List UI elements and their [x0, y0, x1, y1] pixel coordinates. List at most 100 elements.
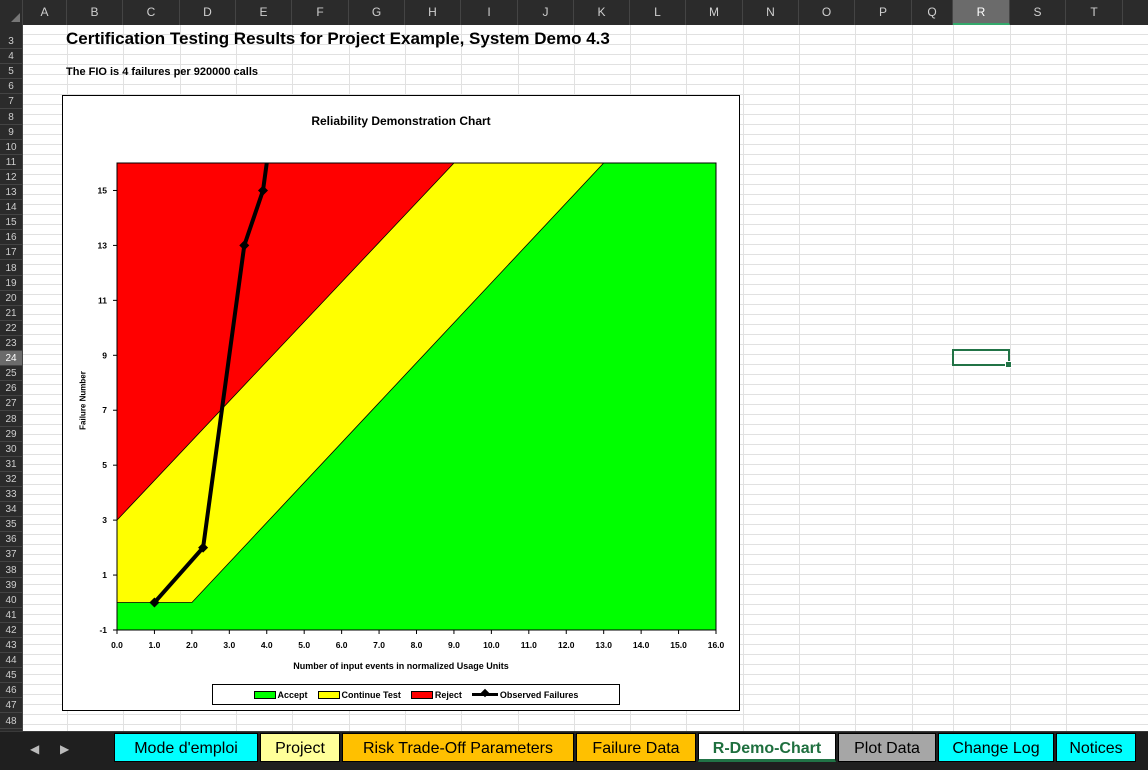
fio-text: The FIO is 4 failures per 920000 calls — [66, 66, 258, 78]
row-header-15[interactable]: 15 — [0, 215, 22, 231]
column-header-d[interactable]: D — [180, 0, 236, 25]
row-header-27[interactable]: 27 — [0, 396, 22, 412]
row-header-19[interactable]: 19 — [0, 276, 22, 291]
column-header-a[interactable]: A — [23, 0, 67, 25]
row-header-23[interactable]: 23 — [0, 336, 22, 351]
row-header-24[interactable]: 24 — [0, 351, 22, 367]
row-header-30[interactable]: 30 — [0, 442, 22, 457]
row-header-10[interactable]: 10 — [0, 140, 22, 155]
row-header-34[interactable]: 34 — [0, 502, 22, 518]
column-header-r[interactable]: R — [953, 0, 1010, 25]
column-header-n[interactable]: N — [743, 0, 799, 25]
prev-sheet-icon[interactable]: ◀ — [30, 742, 39, 756]
y-tick-label: 3 — [102, 515, 107, 525]
selected-cell[interactable] — [952, 349, 1012, 368]
select-all-button[interactable] — [0, 0, 23, 25]
row-header-40[interactable]: 40 — [0, 593, 22, 608]
row-header-35[interactable]: 35 — [0, 517, 22, 533]
column-header-l[interactable]: L — [630, 0, 686, 25]
column-header-b[interactable]: B — [67, 0, 123, 25]
row-header-46[interactable]: 46 — [0, 683, 22, 699]
row-header-6[interactable]: 6 — [0, 79, 22, 95]
gridline — [912, 25, 913, 731]
x-tick-label: 14.0 — [633, 640, 650, 650]
row-header-9[interactable]: 9 — [0, 125, 22, 140]
reliability-chart[interactable]: Reliability Demonstration Chart Failure … — [62, 95, 740, 711]
row-header-47[interactable]: 47 — [0, 698, 22, 714]
sheet-tab-mode-d-emploi[interactable]: Mode d'emploi — [114, 733, 258, 762]
row-header-18[interactable]: 18 — [0, 261, 22, 276]
gridline — [855, 25, 856, 731]
column-header-s[interactable]: S — [1010, 0, 1066, 25]
gridline — [1066, 25, 1067, 731]
sheet-tab-failure-data[interactable]: Failure Data — [576, 733, 696, 762]
x-tick-label: 11.0 — [521, 640, 537, 650]
column-header-p[interactable]: P — [855, 0, 912, 25]
column-header-g[interactable]: G — [349, 0, 405, 25]
row-header-45[interactable]: 45 — [0, 668, 22, 684]
x-tick-label: 7.0 — [373, 640, 385, 650]
row-header-4[interactable]: 4 — [0, 49, 22, 65]
row-header-42[interactable]: 42 — [0, 623, 22, 638]
row-header-14[interactable]: 14 — [0, 200, 22, 216]
row-header-26[interactable]: 26 — [0, 381, 22, 397]
sheet-tab-risk-trade-off-parameters[interactable]: Risk Trade-Off Parameters — [342, 733, 574, 762]
x-tick-label: 8.0 — [411, 640, 423, 650]
row-header-37[interactable]: 37 — [0, 547, 22, 563]
row-header-28[interactable]: 28 — [0, 412, 22, 427]
row-header-7[interactable]: 7 — [0, 94, 22, 110]
column-header-h[interactable]: H — [405, 0, 461, 25]
row-header-31[interactable]: 31 — [0, 457, 22, 472]
sheet-tab-bar: ◀ ▶ Mode d'emploi Project Risk Trade-Off P… — [0, 731, 1148, 770]
x-tick-label: 4.0 — [261, 640, 273, 650]
column-header-f[interactable]: F — [292, 0, 349, 25]
column-header-o[interactable]: O — [799, 0, 855, 25]
column-header-t[interactable]: T — [1066, 0, 1123, 25]
row-header-25[interactable]: 25 — [0, 366, 22, 382]
legend-accept: Accept — [253, 689, 308, 700]
column-header-m[interactable]: M — [686, 0, 743, 25]
column-header-j[interactable]: J — [518, 0, 574, 25]
legend-accept-label: Accept — [277, 689, 308, 700]
y-tick-label: 7 — [102, 405, 107, 415]
row-header-17[interactable]: 17 — [0, 245, 22, 261]
legend-observed: Observed Failures — [471, 690, 578, 700]
row-header-43[interactable]: 43 — [0, 638, 22, 653]
sheet-tab-r-demo-chart[interactable]: R-Demo-Chart — [698, 733, 836, 762]
x-tick-label: 12.0 — [558, 640, 575, 650]
row-header-36[interactable]: 36 — [0, 532, 22, 548]
row-header-20[interactable]: 20 — [0, 291, 22, 306]
row-header-38[interactable]: 38 — [0, 563, 22, 578]
row-header-11[interactable]: 11 — [0, 155, 22, 170]
row-header-33[interactable]: 33 — [0, 487, 22, 502]
sheet-tab-plot-data[interactable]: Plot Data — [838, 733, 936, 762]
row-header-22[interactable]: 22 — [0, 321, 22, 336]
column-header-e[interactable]: E — [236, 0, 292, 25]
sheet-tab-change-log[interactable]: Change Log — [938, 733, 1054, 762]
y-tick-label: 13 — [98, 240, 108, 250]
row-header-13[interactable]: 13 — [0, 185, 22, 200]
sheet-tab-notices[interactable]: Notices — [1056, 733, 1136, 762]
row-header-5[interactable]: 5 — [0, 64, 22, 80]
row-header-8[interactable]: 8 — [0, 110, 22, 125]
column-header-c[interactable]: C — [123, 0, 180, 25]
row-header-32[interactable]: 32 — [0, 472, 22, 487]
legend-continue: Continue Test — [317, 689, 401, 700]
sheet-tab-project[interactable]: Project — [260, 733, 340, 762]
row-header-12[interactable]: 12 — [0, 170, 22, 185]
x-tick-label: 15.0 — [670, 640, 687, 650]
row-header-39[interactable]: 39 — [0, 578, 22, 593]
row-header-3[interactable]: 3 — [0, 34, 22, 49]
column-header-q[interactable]: Q — [912, 0, 953, 25]
row-header-41[interactable]: 41 — [0, 608, 22, 623]
next-sheet-icon[interactable]: ▶ — [60, 742, 69, 756]
column-header-k[interactable]: K — [574, 0, 630, 25]
row-header-29[interactable]: 29 — [0, 427, 22, 442]
row-header-44[interactable]: 44 — [0, 653, 22, 669]
row-header-16[interactable]: 16 — [0, 230, 22, 246]
y-tick-label: -1 — [99, 625, 107, 635]
legend-continue-label: Continue Test — [341, 689, 401, 700]
column-header-i[interactable]: I — [461, 0, 518, 25]
row-header-21[interactable]: 21 — [0, 306, 22, 321]
row-header-48[interactable]: 48 — [0, 714, 22, 729]
